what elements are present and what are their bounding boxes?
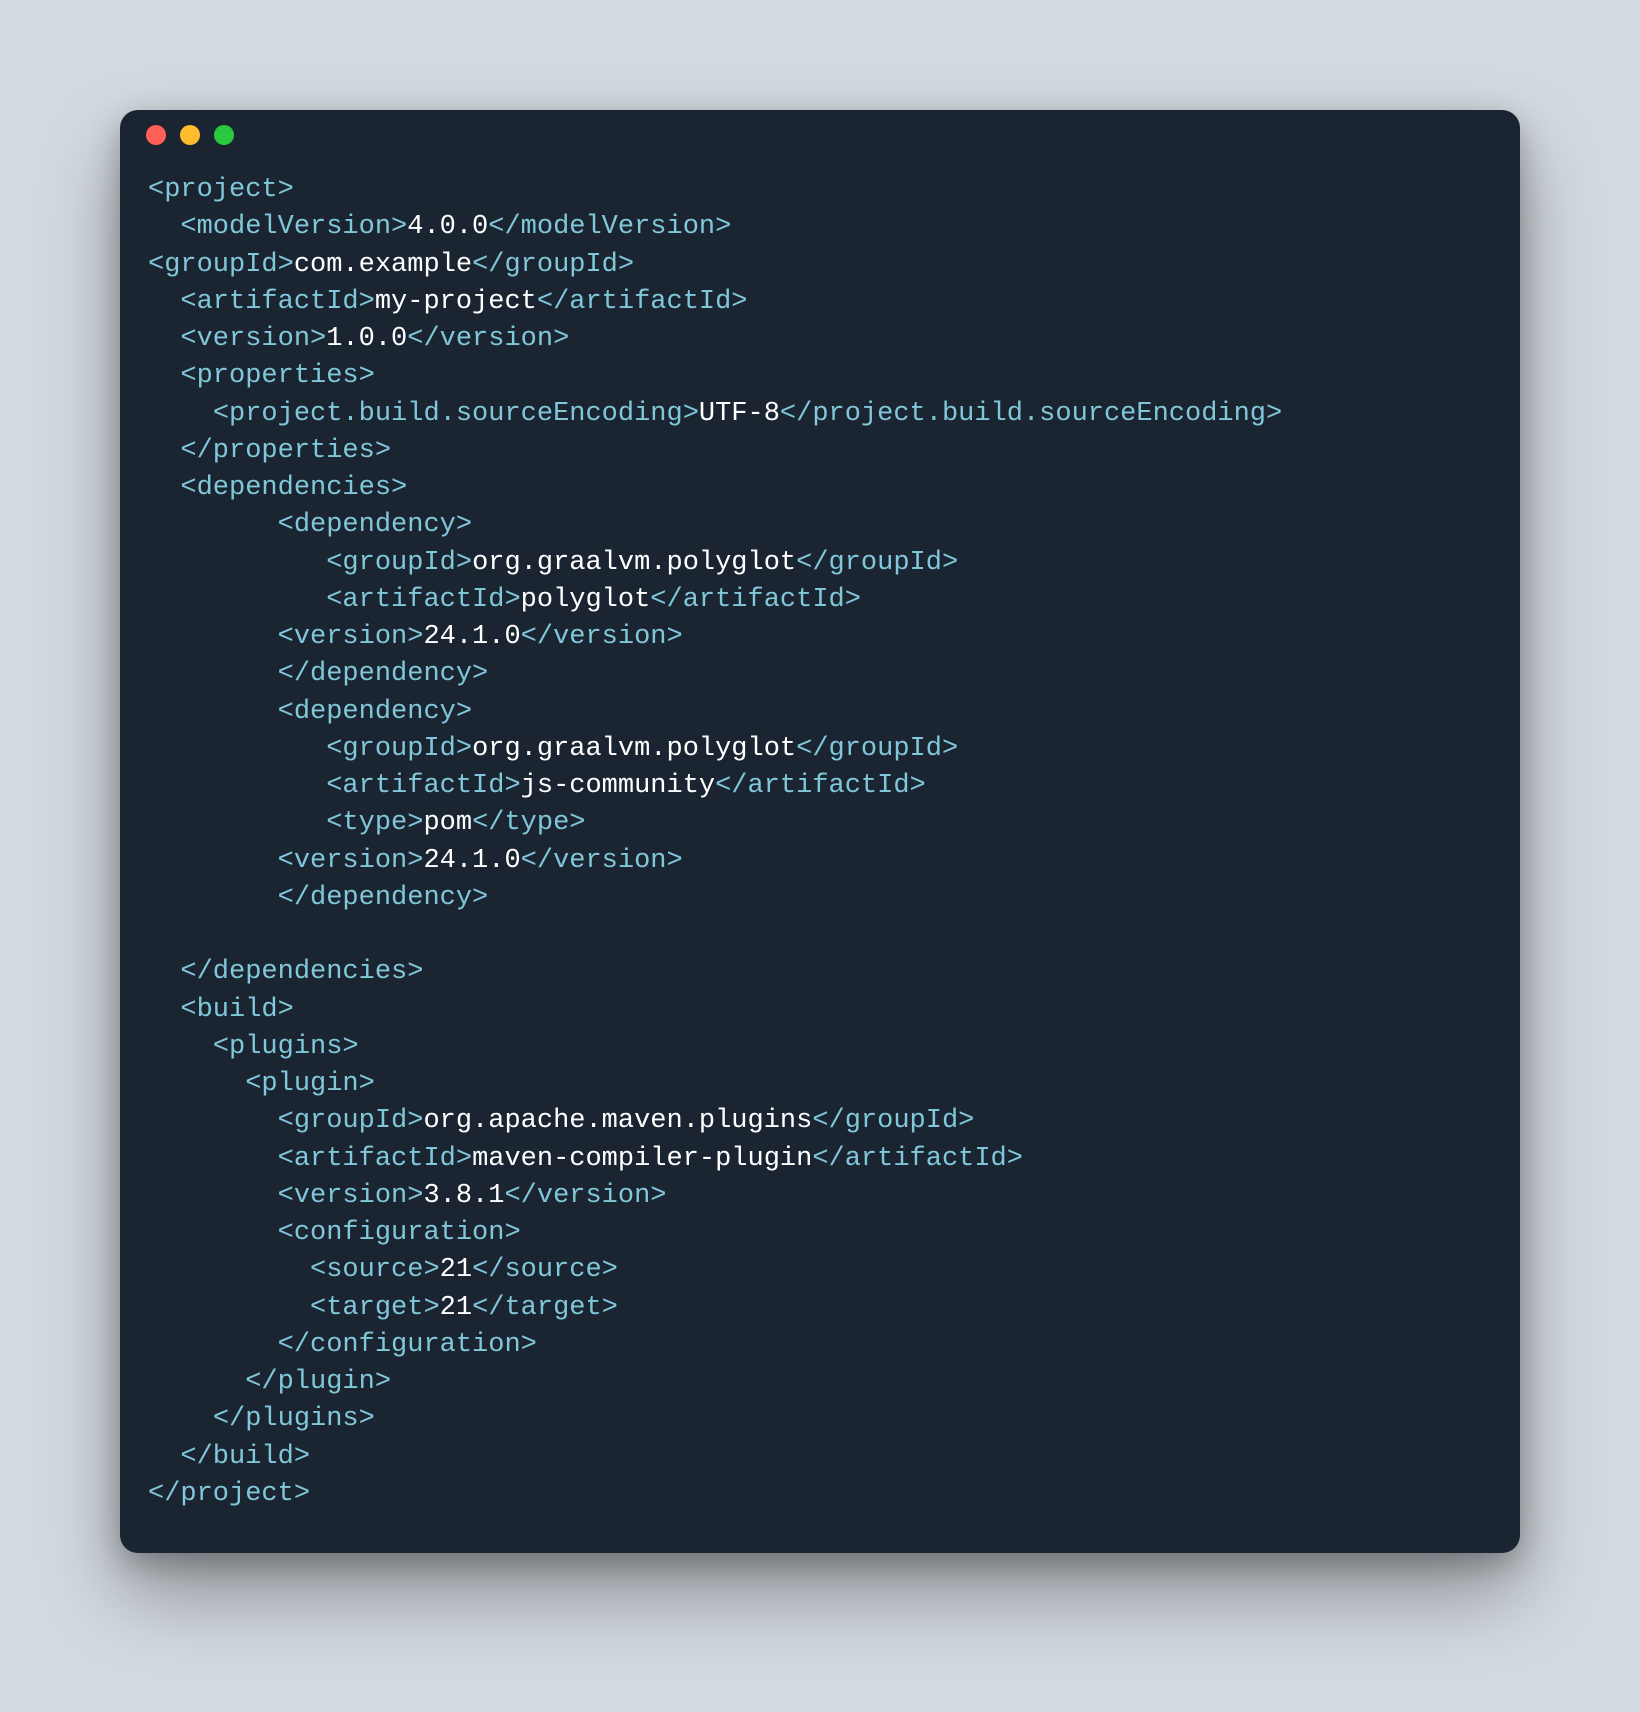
tag-plugins-close: </plugins>: [213, 1404, 375, 1434]
val-dep0-groupid: org.graalvm.polyglot: [472, 548, 796, 578]
tag-project-open: <project>: [148, 175, 294, 205]
val-target: 21: [440, 1293, 472, 1323]
tag-dependency-open: <dependency>: [278, 510, 472, 540]
tag-plg0-artifactid-close: </artifactId>: [812, 1144, 1023, 1174]
val-version: 1.0.0: [326, 324, 407, 354]
tag-dep1-groupid-open: <groupId>: [326, 734, 472, 764]
tag-dep0-groupid-close: </groupId>: [796, 548, 958, 578]
tag-dep1-artifactid-close: </artifactId>: [715, 771, 926, 801]
tag-artifactid-close: </artifactId>: [537, 287, 748, 317]
tag-version-close: </version>: [407, 324, 569, 354]
tag-dep0-artifactid-open: <artifactId>: [326, 585, 520, 615]
val-groupid: com.example: [294, 250, 472, 280]
tag-configuration-open: <configuration>: [278, 1218, 521, 1248]
window-close-button[interactable]: [146, 125, 166, 145]
val-pbse: UTF-8: [699, 399, 780, 429]
tag-dependency-close: </dependency>: [278, 659, 489, 689]
val-dep1-version: 24.1.0: [423, 846, 520, 876]
val-dep0-artifactid: polyglot: [521, 585, 651, 615]
val-plg0-version: 3.8.1: [423, 1181, 504, 1211]
tag-target-open: <target>: [310, 1293, 440, 1323]
code-window: <project> <modelVersion>4.0.0</modelVers…: [120, 110, 1520, 1553]
tag-groupid-close: </groupId>: [472, 250, 634, 280]
tag-plg0-artifactid-open: <artifactId>: [278, 1144, 472, 1174]
val-plg0-artifactid: maven-compiler-plugin: [472, 1144, 812, 1174]
tag-properties-close: </properties>: [180, 436, 391, 466]
val-artifactid: my-project: [375, 287, 537, 317]
tag-version-open: <version>: [180, 324, 326, 354]
code-block: <project> <modelVersion>4.0.0</modelVers…: [120, 160, 1520, 1523]
tag-modelversion-close: </modelVersion>: [488, 212, 731, 242]
tag-plg0-version-close: </version>: [504, 1181, 666, 1211]
tag-plugin-open: <plugin>: [245, 1069, 375, 1099]
tag-build-open: <build>: [180, 995, 293, 1025]
tag-modelversion-open: <modelVersion>: [180, 212, 407, 242]
tag-dep1-type-open: <type>: [326, 808, 423, 838]
tag-target-close: </target>: [472, 1293, 618, 1323]
tag-dep0-artifactid-close: </artifactId>: [650, 585, 861, 615]
tag-groupid-open: <groupId>: [148, 250, 294, 280]
tag-dep1-artifactid-open: <artifactId>: [326, 771, 520, 801]
window-minimize-button[interactable]: [180, 125, 200, 145]
tag-dep1-groupid-close: </groupId>: [796, 734, 958, 764]
tag-plugin-close: </plugin>: [245, 1367, 391, 1397]
val-dep0-version: 24.1.0: [423, 622, 520, 652]
tag-dep1-version-open: <version>: [278, 846, 424, 876]
tag-build-close: </build>: [180, 1442, 310, 1472]
tag-dep1-type-close: </type>: [472, 808, 585, 838]
tag-plg0-version-open: <version>: [278, 1181, 424, 1211]
tag-source-close: </source>: [472, 1255, 618, 1285]
tag-dep0-version-open: <version>: [278, 622, 424, 652]
tag-dep1-version-close: </version>: [521, 846, 683, 876]
tag-pbse-open: <project.build.sourceEncoding>: [213, 399, 699, 429]
val-dep1-artifactid: js-community: [521, 771, 715, 801]
window-titlebar: [120, 110, 1520, 160]
window-zoom-button[interactable]: [214, 125, 234, 145]
tag-dep0-groupid-open: <groupId>: [326, 548, 472, 578]
tag-artifactid-open: <artifactId>: [180, 287, 374, 317]
val-dep1-groupid: org.graalvm.polyglot: [472, 734, 796, 764]
val-source: 21: [440, 1255, 472, 1285]
tag-plg0-groupid-close: </groupId>: [812, 1106, 974, 1136]
tag-dependency-close-2: </dependency>: [278, 883, 489, 913]
val-dep1-type: pom: [423, 808, 472, 838]
tag-configuration-close: </configuration>: [278, 1330, 537, 1360]
val-modelversion: 4.0.0: [407, 212, 488, 242]
tag-dep0-version-close: </version>: [521, 622, 683, 652]
tag-plugins-open: <plugins>: [213, 1032, 359, 1062]
tag-dependency-open-2: <dependency>: [278, 697, 472, 727]
val-plg0-groupid: org.apache.maven.plugins: [423, 1106, 812, 1136]
tag-dependencies-open: <dependencies>: [180, 473, 407, 503]
tag-pbse-close: </project.build.sourceEncoding>: [780, 399, 1282, 429]
tag-properties-open: <properties>: [180, 361, 374, 391]
tag-plg0-groupid-open: <groupId>: [278, 1106, 424, 1136]
tag-source-open: <source>: [310, 1255, 440, 1285]
tag-dependencies-close: </dependencies>: [180, 957, 423, 987]
tag-project-close: </project>: [148, 1479, 310, 1509]
